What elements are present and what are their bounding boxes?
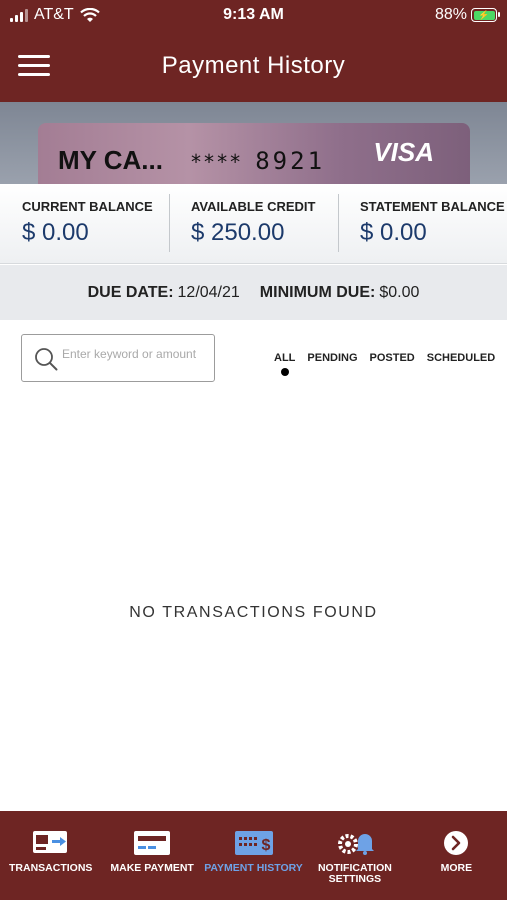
app-header: AT&T 9:13 AM 88% ⚡ Payment History (0, 0, 507, 102)
search-box[interactable] (21, 334, 215, 382)
visa-logo: VISA (373, 137, 434, 167)
filter-all[interactable]: ALL (272, 352, 297, 376)
due-info-bar: DUE DATE: 12/04/21 MINIMUM DUE: $0.00 (0, 265, 507, 320)
search-input[interactable] (62, 347, 207, 361)
filter-scheduled[interactable]: SCHEDULED (425, 352, 497, 364)
card-name: MY CA... (58, 145, 163, 175)
nav-make-payment[interactable]: MAKE PAYMENT (101, 811, 202, 900)
credit-card-icon (134, 831, 171, 855)
clock: 9:13 AM (223, 6, 284, 23)
nav-payment-history-label: PAYMENT HISTORY (204, 862, 303, 874)
status-bar: AT&T 9:13 AM 88% ⚡ (0, 0, 507, 30)
empty-state-message: NO TRANSACTIONS FOUND (129, 604, 378, 621)
battery-percentage: 88% (434, 6, 467, 23)
current-balance-value: $ 0.00 (22, 219, 89, 246)
available-credit-value: $ 250.00 (191, 219, 285, 246)
nav-notification-settings-label: NOTIFICATION SETTINGS (317, 862, 392, 885)
nav-transactions[interactable]: TRANSACTIONS (0, 811, 101, 900)
available-credit-label: AVAILABLE CREDIT (191, 199, 316, 214)
selected-indicator (280, 368, 289, 376)
bottom-nav: TRANSACTIONS MAKE PAYMENT $ PAYMENT HIST… (0, 811, 507, 900)
nav-notification-settings[interactable]: NOTIFICATION SETTINGS (304, 811, 405, 900)
minimum-due-value: $0.00 (379, 283, 420, 301)
due-date-label: DUE DATE: (87, 283, 174, 301)
statement-balance-label: STATEMENT BALANCE (360, 199, 505, 214)
due-date-value: 12/04/21 (177, 283, 240, 301)
notification-settings-icon (337, 834, 374, 855)
nav-more-label: MORE (440, 862, 473, 874)
credit-card[interactable]: MY CA... **** 8921 VISA (38, 123, 470, 184)
svg-text:$: $ (261, 837, 270, 854)
payment-history-icon: $ (234, 831, 273, 855)
nav-transactions-label: TRANSACTIONS (8, 862, 93, 874)
minimum-due-label: MINIMUM DUE: (259, 283, 376, 301)
transaction-filter-tabs: ALL PENDING POSTED SCHEDULED (272, 352, 497, 376)
filter-posted[interactable]: POSTED (368, 352, 417, 364)
battery-icon: ⚡ (471, 8, 500, 22)
filter-pending[interactable]: PENDING (305, 352, 359, 364)
statement-balance: STATEMENT BALANCE $ 0.00 (338, 184, 507, 263)
available-credit: AVAILABLE CREDIT $ 250.00 (169, 184, 338, 263)
statement-balance-value: $ 0.00 (360, 219, 427, 246)
card-number: **** 8921 (190, 147, 325, 175)
chevron-right-icon (444, 831, 469, 855)
transactions-icon (32, 831, 67, 853)
nav-payment-history[interactable]: $ PAYMENT HISTORY (203, 811, 304, 900)
nav-make-payment-label: MAKE PAYMENT (110, 862, 194, 874)
page-title: Payment History (161, 52, 346, 79)
card-carousel[interactable]: MY CA... **** 8921 VISA (0, 102, 507, 184)
nav-more[interactable]: MORE (406, 811, 507, 900)
card-last-four: 8921 (255, 147, 326, 175)
current-balance: CURRENT BALANCE $ 0.00 (0, 184, 169, 263)
current-balance-label: CURRENT BALANCE (22, 199, 153, 214)
filter-all-label: ALL (274, 352, 296, 364)
card-mask: **** (190, 150, 243, 174)
balance-summary: CURRENT BALANCE $ 0.00 AVAILABLE CREDIT … (0, 184, 507, 264)
search-icon (35, 348, 58, 371)
